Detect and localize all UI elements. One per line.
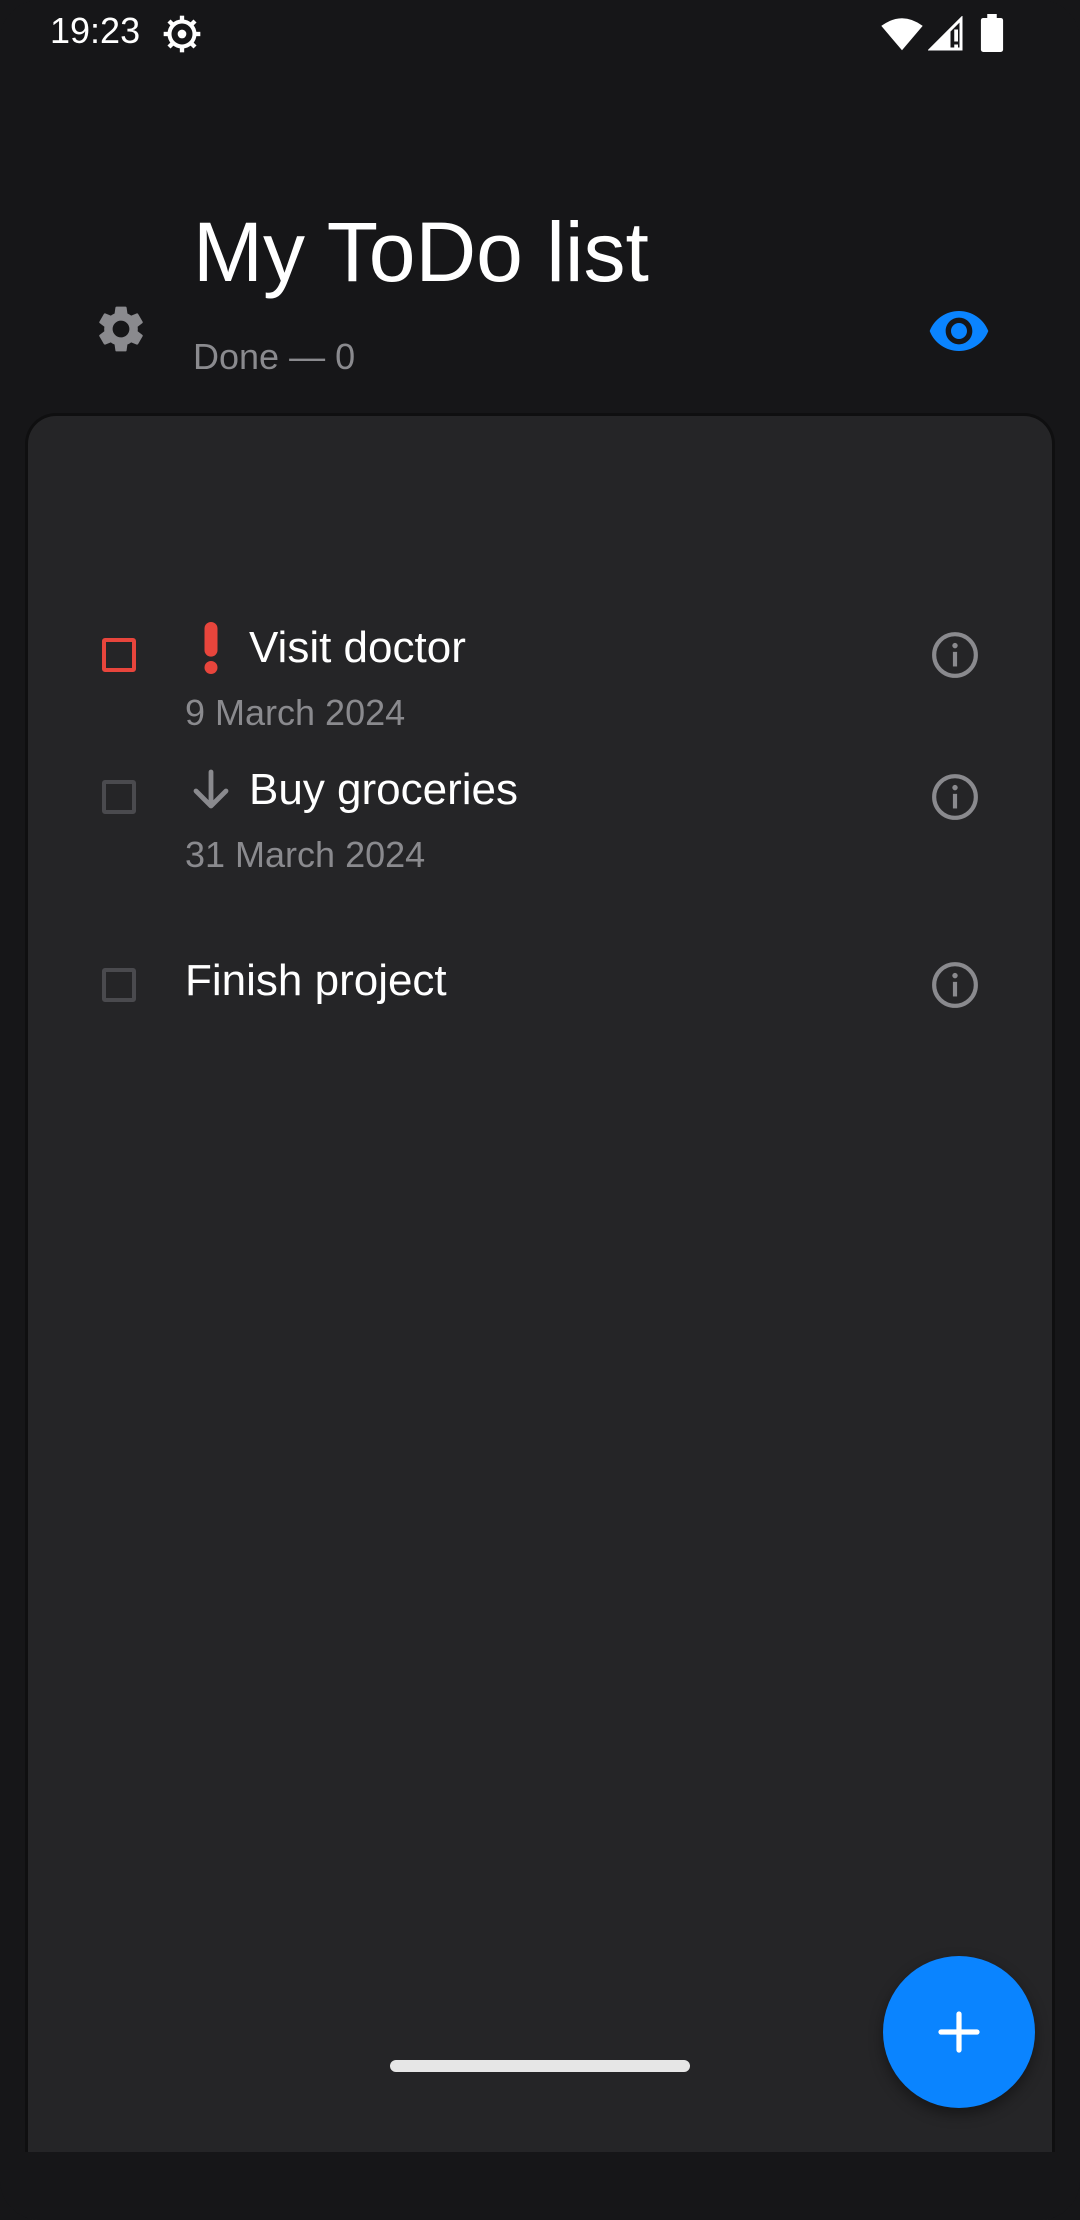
screen: 19:23 My ToDo list Done — 0 Visit doctor… [0,0,1080,2220]
task-date: 31 March 2024 [185,834,426,875]
info-icon [932,774,978,820]
task-info-button[interactable] [926,956,984,1014]
task-title-row: Buy groceries [185,764,518,816]
info-icon [932,632,978,678]
add-task-button[interactable] [883,1956,1035,2108]
task-checkbox[interactable] [102,968,136,1002]
task-title: Finish project [185,956,447,1005]
task-title: Buy groceries [249,765,519,814]
eye-icon [929,311,989,351]
plus-icon [938,2011,980,2053]
exclamation-icon [185,622,237,674]
gear-icon [99,306,143,352]
home-handle[interactable] [390,2060,690,2072]
task-title-row: Finish project [185,956,447,1006]
task-date: 9 March 2024 [185,692,406,733]
done-count: Done — 0 [193,336,356,377]
status-bar: 19:23 [0,0,1080,70]
task-info-button[interactable] [926,768,984,826]
task-info-button[interactable] [926,626,984,684]
page-title: My ToDo list [193,205,649,299]
battery-icon [980,14,1004,52]
settings-button[interactable] [86,294,156,364]
navigation-bar [0,2152,1080,2220]
status-time: 19:23 [50,10,141,51]
task-title: Visit doctor [249,623,466,672]
task-item[interactable]: Visit doctor 9 March 2024 [28,516,1052,733]
signal-icon [928,16,963,51]
task-title-row: Visit doctor [185,622,466,674]
arrow-down-icon [185,764,237,816]
wifi-icon [881,18,923,51]
task-checkbox[interactable] [102,638,136,672]
info-icon [932,962,978,1008]
toggle-visibility-button[interactable] [922,294,996,368]
task-list-card: Visit doctor 9 March 2024 Buy groceries … [28,416,1052,2220]
settings-gear-icon [163,15,201,53]
task-checkbox[interactable] [102,780,136,814]
